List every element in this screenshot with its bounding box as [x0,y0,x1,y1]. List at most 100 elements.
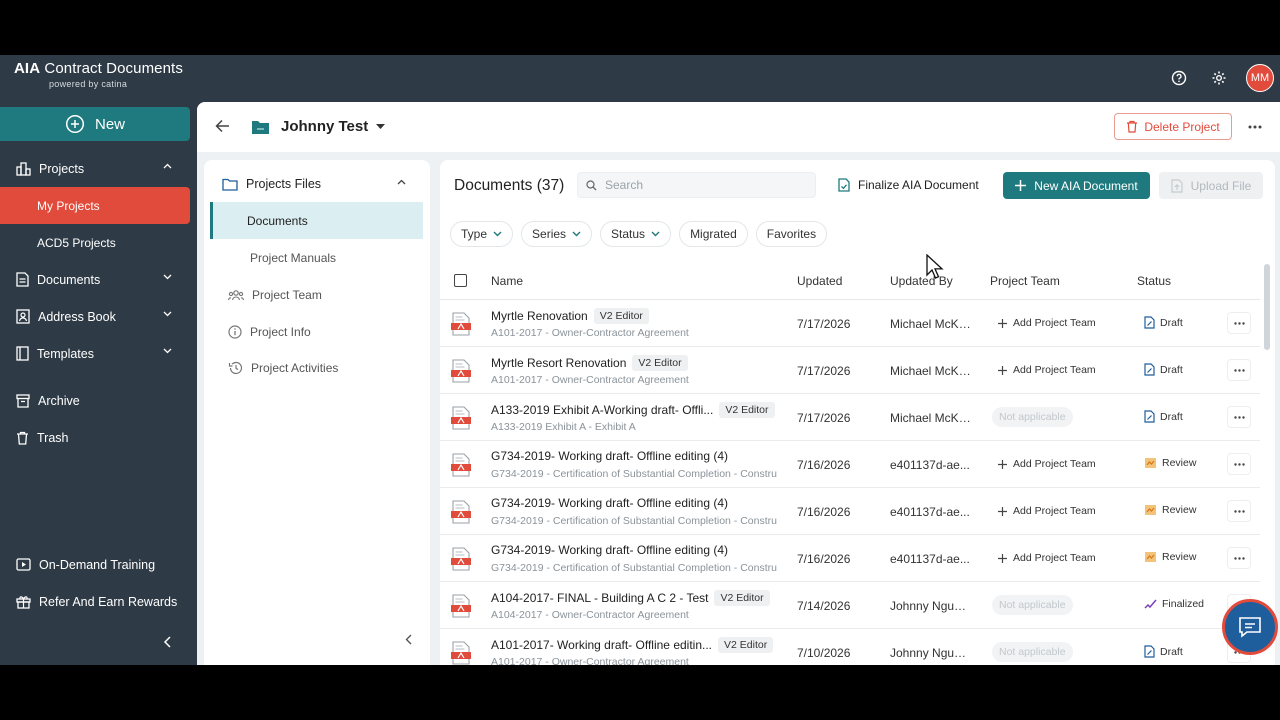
sidebar-item-archive[interactable]: Archive [0,382,190,419]
archive-icon [16,393,30,408]
filter-series[interactable]: Series [521,221,593,247]
row-more-options-icon[interactable] [1227,359,1251,381]
chevron-down-icon [163,348,172,354]
brand-title-bold: AIA [14,60,41,77]
user-avatar[interactable]: MM [1246,64,1274,92]
status-label: Draft [1160,363,1183,376]
status-label: Finalized [1162,598,1205,610]
new-button[interactable]: New [0,107,190,141]
pdf-document-icon [451,406,471,433]
files-item-documents[interactable]: Documents [210,202,423,239]
project-team-cell[interactable]: Add Project Team [992,360,1102,380]
upload-file-button[interactable]: Upload File [1159,172,1263,199]
updated-date: 7/16/2026 [797,505,851,519]
document-name[interactable]: Myrtle Renovation V2 Editor [491,308,649,324]
chevron-left-icon[interactable] [405,632,413,650]
back-arrow-icon[interactable] [215,119,230,138]
sidebar-item-documents[interactable]: Documents [0,261,190,298]
document-name[interactable]: G734-2019- Working draft- Offline editin… [491,449,728,463]
project-files-header[interactable]: Projects Files [204,166,430,202]
files-item-project-activities[interactable]: Project Activities [204,350,430,386]
chevron-up-icon [163,163,172,169]
chevron-down-icon [651,231,660,237]
filter-favorites[interactable]: Favorites [755,221,828,247]
filter-label: Favorites [766,227,817,241]
editor-badge: V2 Editor [718,637,774,653]
brand-logo[interactable]: AIA Contract Documents powered by catina [14,60,183,89]
files-item-project-manuals[interactable]: Project Manuals [204,240,430,276]
table-row[interactable]: G734-2019- Working draft- Offline editin… [440,441,1260,488]
row-more-options-icon[interactable] [1227,453,1251,475]
sidebar-collapse-button[interactable] [163,635,173,653]
table-row[interactable]: A104-2017- FINAL - Building A C 2 - Test… [440,582,1260,629]
editor-badge: V2 Editor [719,402,775,418]
document-type: G734-2019 - Certification of Substantial… [491,562,777,574]
project-team-cell[interactable]: Add Project Team [992,548,1102,568]
column-updated[interactable]: Updated [797,274,842,288]
table-row[interactable]: A101-2017- Working draft- Offline editin… [440,629,1260,665]
table-row[interactable]: G734-2019- Working draft- Offline editin… [440,488,1260,535]
pdf-document-icon [451,359,471,386]
finalize-aia-document-button[interactable]: Finalize AIA Document [838,174,979,196]
row-more-options-icon[interactable] [1227,547,1251,569]
document-name[interactable]: G734-2019- Working draft- Offline editin… [491,496,728,510]
updated-by: e401137d-ae... [890,505,970,519]
table-row[interactable]: G734-2019- Working draft- Offline editin… [440,535,1260,582]
sidebar-item-projects[interactable]: Projects [0,150,190,187]
help-icon[interactable] [1166,65,1192,91]
documents-icon [16,272,29,287]
editor-badge: V2 Editor [632,355,688,371]
updated-by: Michael McKenzie [890,317,972,331]
column-status[interactable]: Status [1137,274,1171,288]
sidebar-item-address-book[interactable]: Address Book [0,298,190,335]
sidebar-item-acd5-projects[interactable]: ACD5 Projects [0,224,190,261]
filter-migrated[interactable]: Migrated [679,221,748,247]
search-box[interactable] [577,172,816,198]
sidebar-item-training[interactable]: On-Demand Training [0,546,190,583]
table-row[interactable]: A133-2019 Exhibit A-Working draft- Offli… [440,394,1260,441]
row-more-options-icon[interactable] [1227,312,1251,334]
filter-status[interactable]: Status [600,221,672,247]
files-item-project-info[interactable]: Project Info [204,314,430,350]
delete-project-button[interactable]: Delete Project [1114,113,1232,140]
table-scrollbar[interactable] [1264,264,1270,350]
review-icon [1145,458,1156,468]
table-row[interactable]: Myrtle Resort Renovation V2 Editor A101-20… [440,347,1260,394]
document-name[interactable]: A133-2019 Exhibit A-Working draft- Offli… [491,402,775,418]
settings-icon[interactable] [1206,65,1232,91]
project-title-dropdown[interactable]: Johnny Test [281,118,386,135]
select-all-checkbox[interactable] [454,274,467,287]
search-input[interactable] [605,178,805,192]
new-aia-document-button[interactable]: New AIA Document [1003,172,1150,199]
document-name[interactable]: Myrtle Resort Renovation V2 Editor [491,355,688,371]
table-row[interactable]: Myrtle Renovation V2 Editor A101-2017 - Ow… [440,300,1260,347]
people-icon [228,290,244,301]
files-item-project-team[interactable]: Project Team [204,277,430,313]
project-team-cell[interactable]: Add Project Team [992,454,1102,474]
document-title: Myrtle Resort Renovation [491,356,627,370]
document-type: A101-2017 - Owner-Contractor Agreement [491,374,689,386]
filter-type[interactable]: Type [450,221,514,247]
project-team-cell[interactable]: Add Project Team [992,501,1102,521]
document-title: A101-2017- Working draft- Offline editin… [491,638,713,652]
chat-support-button[interactable] [1222,599,1278,655]
document-type: G734-2019 - Certification of Substantial… [491,515,777,527]
table-body: Myrtle Renovation V2 Editor A101-2017 - Ow… [440,300,1260,665]
sidebar-item-trash[interactable]: Trash [0,419,190,456]
delete-project-label: Delete Project [1144,119,1220,134]
trash-icon [1127,120,1138,133]
info-icon [228,325,242,339]
column-project-team[interactable]: Project Team [990,274,1060,288]
document-type: G734-2019 - Certification of Substantial… [491,468,777,480]
sidebar-item-rewards[interactable]: Refer And Earn Rewards [0,583,190,620]
column-name[interactable]: Name [491,274,523,288]
sidebar-item-templates[interactable]: Templates [0,335,190,372]
row-more-options-icon[interactable] [1227,500,1251,522]
document-name[interactable]: G734-2019- Working draft- Offline editin… [491,543,728,557]
project-team-cell[interactable]: Add Project Team [992,313,1102,333]
more-options-icon[interactable] [1243,116,1267,138]
document-name[interactable]: A104-2017- FINAL - Building A C 2 - Test… [491,590,770,606]
sidebar-item-my-projects[interactable]: My Projects [0,187,190,224]
document-name[interactable]: A101-2017- Working draft- Offline editin… [491,637,774,653]
row-more-options-icon[interactable] [1227,406,1251,428]
